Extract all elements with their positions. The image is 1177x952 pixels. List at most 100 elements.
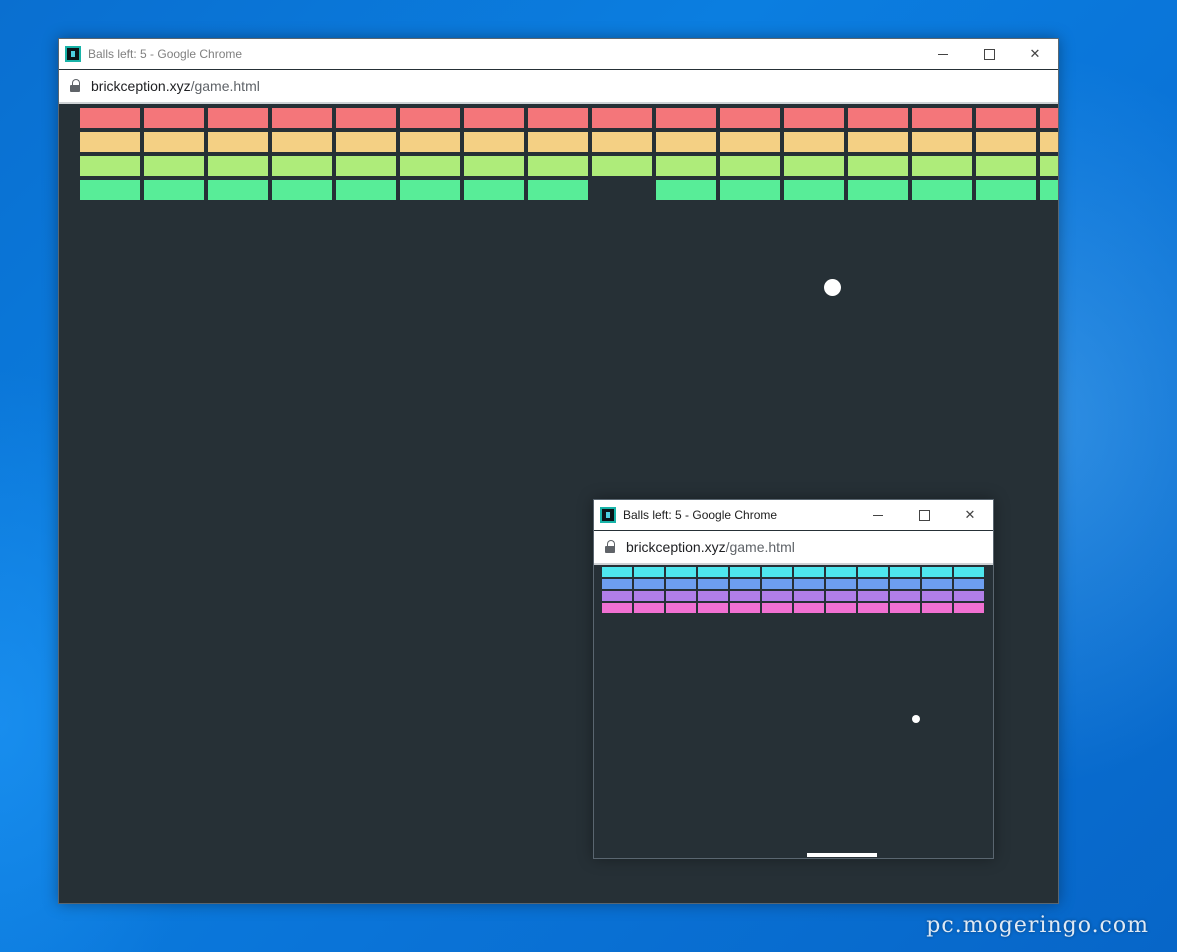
brick bbox=[208, 180, 268, 200]
brick bbox=[826, 567, 856, 577]
maximize-button[interactable] bbox=[901, 500, 947, 530]
brick bbox=[528, 108, 588, 128]
brick bbox=[272, 108, 332, 128]
brick bbox=[848, 108, 908, 128]
url-path: /game.html bbox=[725, 539, 795, 555]
brick bbox=[976, 156, 1036, 176]
brick bbox=[922, 591, 952, 601]
brick bbox=[698, 603, 728, 613]
brick bbox=[666, 579, 696, 589]
brick bbox=[592, 108, 652, 128]
brick bbox=[634, 591, 664, 601]
brick bbox=[144, 132, 204, 152]
brick bbox=[954, 603, 984, 613]
paddle[interactable] bbox=[807, 853, 877, 857]
brick bbox=[656, 180, 716, 200]
address-bar[interactable]: brickception.xyz/game.html bbox=[59, 70, 1058, 104]
maximize-button[interactable] bbox=[966, 39, 1012, 69]
brick bbox=[464, 180, 524, 200]
brick bbox=[272, 132, 332, 152]
minimize-button[interactable] bbox=[855, 500, 901, 530]
brick bbox=[858, 603, 888, 613]
brick bbox=[656, 156, 716, 176]
brick bbox=[794, 591, 824, 601]
title-bar[interactable]: Balls left: 5 - Google Chrome ✕ bbox=[59, 39, 1058, 69]
brick bbox=[858, 579, 888, 589]
brick bbox=[336, 156, 396, 176]
brickception-favicon-icon bbox=[600, 507, 616, 523]
brick bbox=[890, 603, 920, 613]
brick bbox=[144, 156, 204, 176]
url-domain: brickception.xyz bbox=[91, 78, 191, 94]
brick bbox=[656, 108, 716, 128]
brick bbox=[976, 108, 1036, 128]
brick bbox=[698, 579, 728, 589]
brick bbox=[80, 108, 140, 128]
brick bbox=[272, 180, 332, 200]
browser-window-small[interactable]: Balls left: 5 - Google Chrome ✕ brickcep… bbox=[593, 499, 994, 859]
url-text[interactable]: brickception.xyz/game.html bbox=[626, 539, 795, 555]
brick bbox=[666, 567, 696, 577]
minimize-button[interactable] bbox=[920, 39, 966, 69]
brick bbox=[698, 567, 728, 577]
brick bbox=[602, 579, 632, 589]
brick bbox=[592, 132, 652, 152]
brick bbox=[826, 603, 856, 613]
ball bbox=[824, 279, 841, 296]
address-bar[interactable]: brickception.xyz/game.html bbox=[594, 531, 993, 565]
brick bbox=[784, 156, 844, 176]
brick bbox=[400, 156, 460, 176]
brick bbox=[80, 156, 140, 176]
brick bbox=[336, 132, 396, 152]
brick bbox=[208, 156, 268, 176]
brick bbox=[1040, 132, 1058, 152]
brick bbox=[720, 156, 780, 176]
brick bbox=[336, 108, 396, 128]
brick bbox=[858, 591, 888, 601]
brick bbox=[1040, 108, 1058, 128]
brick bbox=[464, 108, 524, 128]
brick bbox=[848, 132, 908, 152]
brick bbox=[762, 591, 792, 601]
brick bbox=[464, 156, 524, 176]
brick bbox=[208, 108, 268, 128]
brick bbox=[400, 132, 460, 152]
brick bbox=[80, 180, 140, 200]
brick bbox=[730, 567, 760, 577]
url-text[interactable]: brickception.xyz/game.html bbox=[91, 78, 260, 94]
brick bbox=[272, 156, 332, 176]
brick bbox=[890, 567, 920, 577]
close-button[interactable]: ✕ bbox=[947, 500, 993, 530]
brick bbox=[890, 591, 920, 601]
window-controls: ✕ bbox=[920, 39, 1058, 69]
brick bbox=[80, 132, 140, 152]
close-button[interactable]: ✕ bbox=[1012, 39, 1058, 69]
brick bbox=[922, 567, 952, 577]
brick bbox=[698, 591, 728, 601]
brick bbox=[666, 603, 696, 613]
watermark: pc.mogeringo.com bbox=[926, 913, 1149, 938]
brick bbox=[912, 156, 972, 176]
brick bbox=[464, 132, 524, 152]
lock-icon bbox=[69, 79, 83, 93]
brick bbox=[762, 567, 792, 577]
brick bbox=[720, 132, 780, 152]
brick bbox=[794, 579, 824, 589]
brick bbox=[602, 567, 632, 577]
brick bbox=[144, 108, 204, 128]
brick bbox=[826, 579, 856, 589]
brick bbox=[602, 603, 632, 613]
brick bbox=[954, 567, 984, 577]
brick bbox=[336, 180, 396, 200]
brick bbox=[730, 579, 760, 589]
window-controls: ✕ bbox=[855, 500, 993, 530]
brick bbox=[720, 108, 780, 128]
title-bar[interactable]: Balls left: 5 - Google Chrome ✕ bbox=[594, 500, 993, 530]
brick bbox=[858, 567, 888, 577]
game-canvas[interactable] bbox=[594, 565, 993, 858]
brick bbox=[922, 603, 952, 613]
brick bbox=[762, 579, 792, 589]
brick bbox=[976, 132, 1036, 152]
brick bbox=[784, 132, 844, 152]
brick bbox=[634, 567, 664, 577]
